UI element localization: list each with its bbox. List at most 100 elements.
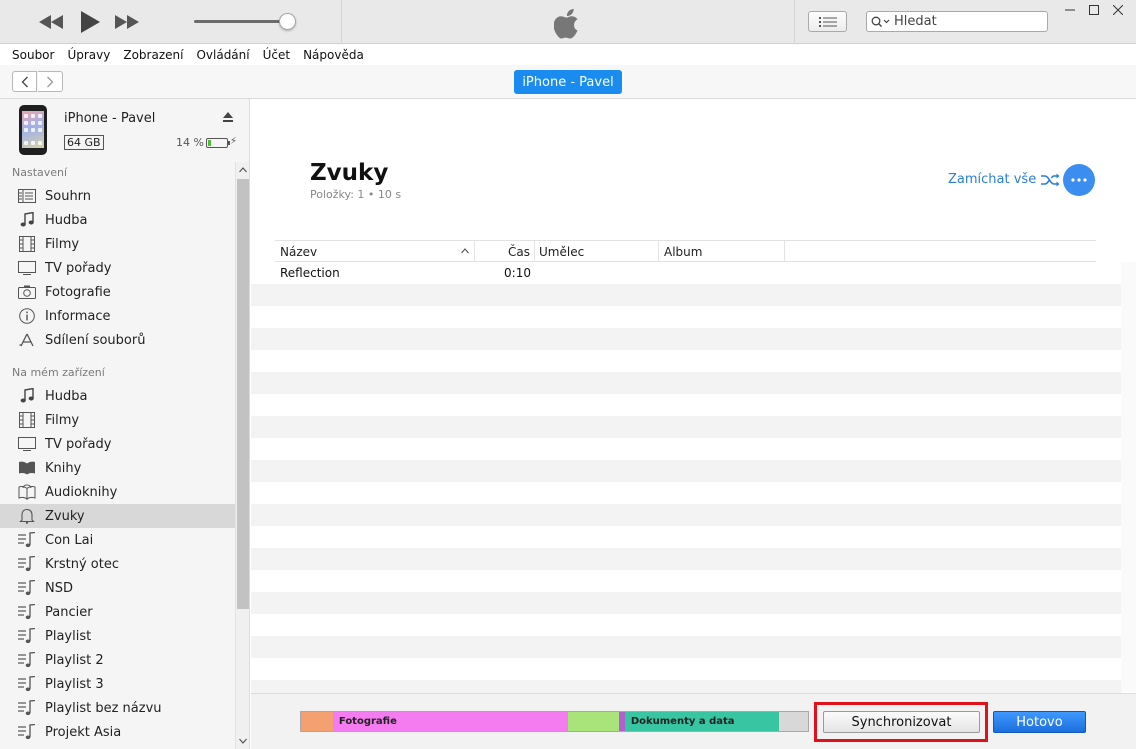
device-button[interactable]: iPhone - Pavel [514,70,622,94]
sidebar-item-informace[interactable]: Informace [0,304,235,328]
chevron-up-icon [239,167,247,173]
sidebar-item-tv-po-ady[interactable]: TV pořady [0,256,235,280]
table-row-empty [251,284,1121,306]
title-bar [0,0,1136,44]
sidebar-item-device-tv-po-ady[interactable]: TV pořady [0,432,235,456]
table-row[interactable]: Reflection 0:10 [251,262,1121,284]
bell-icon [17,507,37,525]
search-icon [871,16,890,27]
music-note-icon [17,387,37,405]
device-capacity: 64 GB [64,135,104,150]
sidebar-item-label: Playlist bez názvu [45,700,162,716]
charging-icon: ⚡ [230,136,238,147]
sidebar-item-device-zvuky[interactable]: Zvuky [0,504,235,528]
sidebar-item-device-projekt-asia[interactable]: Projekt Asia [0,720,235,744]
menu-napoveda[interactable]: Nápověda [303,48,364,62]
battery-percentage: 14 % [176,136,204,149]
sidebar-item-device-filmy[interactable]: Filmy [0,408,235,432]
fast-forward-button[interactable] [114,11,140,33]
sidebar-item-label: Pancier [45,604,93,620]
main-scrollbar[interactable] [1121,262,1136,692]
audiobook-icon [17,483,37,501]
menu-ovladani[interactable]: Ovládání [196,48,249,62]
storage-segment: Dokumenty a data [624,712,780,731]
storage-segment [779,712,808,731]
sidebar-item-device-playlist-3[interactable]: Playlist 3 [0,672,235,696]
sidebar-item-device-playlist[interactable]: Playlist [0,624,235,648]
playlist-icon [17,651,37,669]
main-content: Zvuky Položky: 1 • 10 s Zamíchat vše Náz… [251,99,1136,749]
play-button[interactable] [78,11,102,33]
chevron-left-icon [21,76,28,87]
sidebar-scrollbar[interactable] [235,162,249,749]
close-icon [1113,5,1123,15]
sidebar-item-device-pancier[interactable]: Pancier [0,600,235,624]
sidebar-item-label: Projekt Asia [45,724,122,740]
menu-upravy[interactable]: Úpravy [67,48,110,62]
sync-button[interactable]: Synchronizovat [823,711,980,733]
shuffle-all-button[interactable]: Zamíchat vše [948,172,1061,187]
iphone-icon [19,105,47,155]
sidebar-item-device-playlist-bez-n-zvu[interactable]: Playlist bez názvu [0,696,235,720]
table-row-empty [251,636,1121,658]
camera-icon [17,283,37,301]
search-input[interactable] [894,14,1044,29]
done-button[interactable]: Hotovo [993,711,1086,733]
playlist-icon [17,579,37,597]
forward-button[interactable] [38,71,63,92]
rewind-button[interactable] [38,11,64,33]
sidebar-item-device-knihy[interactable]: Knihy [0,456,235,480]
sidebar-item-device-hudba[interactable]: Hudba [0,384,235,408]
fast-forward-icon [115,15,139,29]
table-row-empty [251,526,1121,548]
sidebar-item-device-nsd[interactable]: NSD [0,576,235,600]
list-view-button[interactable] [808,11,847,32]
sidebar-item-souhrn[interactable]: Souhrn [0,184,235,208]
sidebar-item-device-con-lai[interactable]: Con Lai [0,528,235,552]
scrollbar-thumb[interactable] [237,179,249,609]
scroll-down-arrow[interactable] [236,734,249,748]
playlist-icon [17,675,37,693]
sidebar-item-sd-len-soubor-[interactable]: Sdílení souborů [0,328,235,352]
section-title-device: Na mém zařízení [12,366,105,379]
music-note-icon [17,211,37,229]
more-options-button[interactable] [1063,164,1095,196]
sidebar-item-label: Hudba [45,212,88,228]
menu-soubor[interactable]: Soubor [12,48,54,62]
tv-icon [17,435,37,453]
sidebar-item-fotografie[interactable]: Fotografie [0,280,235,304]
sidebar-item-device-krstn-otec[interactable]: Krstný otec [0,552,235,576]
eject-icon[interactable] [222,111,234,123]
sidebar-item-filmy[interactable]: Filmy [0,232,235,256]
close-button[interactable] [1107,2,1129,18]
table-row-empty [251,570,1121,592]
menu-zobrazeni[interactable]: Zobrazení [123,48,183,62]
column-header-album[interactable]: Album [659,241,785,262]
sidebar-item-label: Playlist 3 [45,676,104,692]
playlist-icon [17,603,37,621]
sidebar-item-hudba[interactable]: Hudba [0,208,235,232]
storage-segment: Fotografie [332,712,569,731]
minimize-button[interactable] [1059,2,1081,18]
table-row-empty [251,614,1121,636]
sidebar-item-label: Filmy [45,236,80,252]
playlist-icon [17,627,37,645]
sidebar-item-device-playlist-2[interactable]: Playlist 2 [0,648,235,672]
battery-icon [206,138,230,148]
maximize-button[interactable] [1083,2,1105,18]
column-header-artist[interactable]: Umělec [535,241,659,262]
volume-slider-knob[interactable] [279,13,296,30]
menu-ucet[interactable]: Účet [263,48,290,62]
volume-slider-track[interactable] [194,20,290,23]
sidebar-item-device-audioknihy[interactable]: Audioknihy [0,480,235,504]
sidebar-item-label: NSD [45,580,73,596]
sidebar-item-label: Souhrn [45,188,92,204]
maximize-icon [1089,5,1099,15]
column-header-time[interactable]: Čas [475,241,535,262]
column-header-name[interactable]: Název [275,241,475,262]
tv-icon [17,259,37,277]
back-button[interactable] [12,71,37,92]
scroll-up-arrow[interactable] [236,163,249,177]
table-row-empty [251,482,1121,504]
search-field[interactable] [866,11,1048,32]
